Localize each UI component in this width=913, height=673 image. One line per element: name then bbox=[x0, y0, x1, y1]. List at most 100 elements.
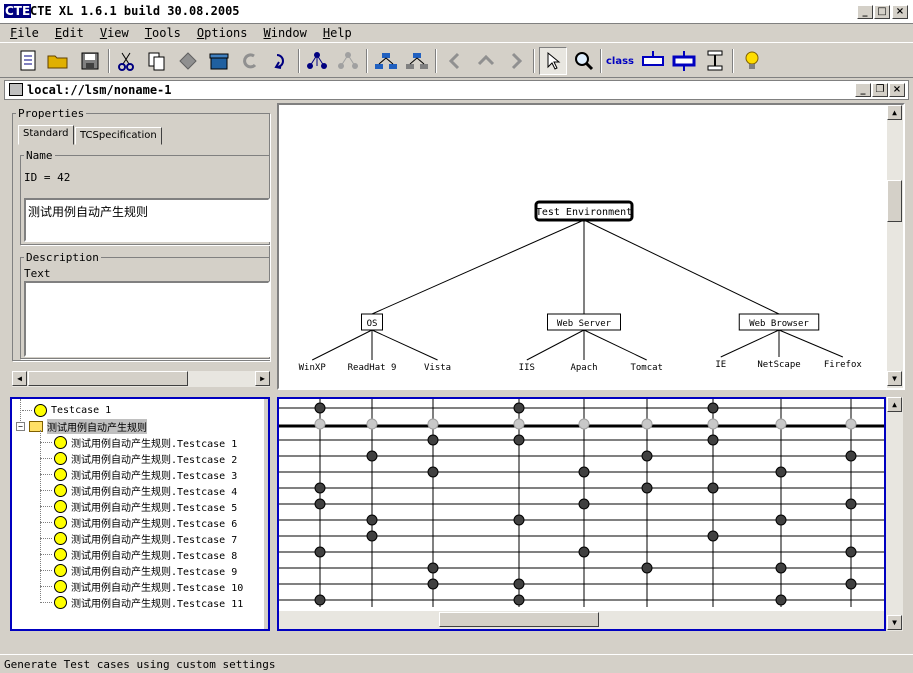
matrix-mark[interactable] bbox=[314, 594, 326, 606]
matrix-vscrollbar[interactable]: ▲ ▼ bbox=[886, 397, 903, 631]
scroll-down-button[interactable]: ▼ bbox=[887, 371, 902, 386]
matrix-mark[interactable] bbox=[366, 450, 378, 462]
scroll-left-button[interactable]: ◀ bbox=[12, 371, 27, 386]
matrix-mark[interactable] bbox=[366, 530, 378, 542]
tree-scroll-thumb[interactable] bbox=[887, 180, 902, 222]
menu-help[interactable]: Help bbox=[313, 24, 358, 40]
tree-vscrollbar[interactable]: ▲ ▼ bbox=[887, 105, 903, 388]
matrix-mark[interactable] bbox=[314, 418, 326, 430]
matrix-mark[interactable] bbox=[314, 546, 326, 558]
class-label[interactable]: IE bbox=[715, 360, 726, 370]
class-label[interactable]: WinXP bbox=[299, 363, 327, 373]
matrix-mark[interactable] bbox=[314, 482, 326, 494]
matrix-mark[interactable] bbox=[513, 434, 525, 446]
matrix-scroll-up-button[interactable]: ▲ bbox=[887, 397, 902, 412]
doc-restore-button[interactable]: ❐ bbox=[872, 83, 888, 97]
scroll-up-button[interactable]: ▲ bbox=[887, 105, 902, 120]
testcase-row[interactable]: 测试用例自动产生规则.Testcase 6 bbox=[40, 514, 237, 530]
testcase-row[interactable]: 测试用例自动产生规则.Testcase 9 bbox=[40, 562, 237, 578]
maximize-button[interactable]: □ bbox=[874, 5, 890, 19]
matrix-mark[interactable] bbox=[707, 402, 719, 414]
collapse-tree-icon[interactable] bbox=[403, 47, 431, 75]
delete-icon[interactable] bbox=[205, 47, 233, 75]
testcase-row[interactable]: 测试用例自动产生规则.Testcase 5 bbox=[40, 498, 237, 514]
matrix-mark[interactable] bbox=[845, 450, 857, 462]
expand-tree-icon[interactable] bbox=[372, 47, 400, 75]
matrix-mark[interactable] bbox=[707, 530, 719, 542]
close-button[interactable]: × bbox=[892, 5, 908, 19]
testcase-row[interactable]: 测试用例自动产生规则.Testcase 3 bbox=[40, 466, 237, 482]
minimize-button[interactable]: _ bbox=[857, 5, 873, 19]
matrix-mark[interactable] bbox=[775, 562, 787, 574]
composition-icon[interactable] bbox=[670, 47, 698, 75]
matrix-mark[interactable] bbox=[578, 546, 590, 558]
class-label[interactable]: ReadHat 9 bbox=[348, 363, 397, 373]
arrow-up-icon[interactable] bbox=[472, 47, 500, 75]
matrix-mark[interactable] bbox=[366, 418, 378, 430]
matrix-mark[interactable] bbox=[707, 418, 719, 430]
matrix-mark[interactable] bbox=[513, 594, 525, 606]
testcase-row[interactable]: 测试用例自动产生规则.Testcase 7 bbox=[40, 530, 237, 546]
tree-canvas[interactable]: Test Environment OS WinXP ReadHat 9 Vista Web… bbox=[277, 103, 905, 390]
class-label[interactable]: NetScape bbox=[757, 360, 800, 370]
matrix-mark[interactable] bbox=[775, 466, 787, 478]
matrix-mark[interactable] bbox=[641, 562, 653, 574]
matrix-mark[interactable] bbox=[427, 578, 439, 590]
paste-icon[interactable] bbox=[174, 47, 202, 75]
classification-icon[interactable] bbox=[639, 47, 667, 75]
matrix-scroll-thumb[interactable] bbox=[439, 612, 599, 627]
description-textarea[interactable] bbox=[24, 281, 270, 357]
menu-tools[interactable]: Tools bbox=[135, 24, 187, 40]
testcase-row[interactable]: 测试用例自动产生规则.Testcase 4 bbox=[40, 482, 237, 498]
hint-bulb-icon[interactable] bbox=[738, 47, 766, 75]
matrix-mark[interactable] bbox=[366, 514, 378, 526]
horizontal-splitter[interactable] bbox=[4, 390, 909, 396]
save-icon[interactable] bbox=[76, 47, 104, 75]
arrow-left-icon[interactable] bbox=[441, 47, 469, 75]
scroll-thumb[interactable] bbox=[28, 371, 188, 386]
zoom-icon[interactable] bbox=[570, 47, 598, 75]
cut-icon[interactable] bbox=[112, 47, 140, 75]
matrix-mark[interactable] bbox=[641, 482, 653, 494]
class-label[interactable]: Tomcat bbox=[630, 363, 663, 373]
name-input[interactable]: 测试用例自动产生规则 bbox=[24, 198, 270, 242]
menu-edit[interactable]: Edit bbox=[45, 24, 90, 40]
select-pointer-icon[interactable] bbox=[539, 47, 567, 75]
testcase-icon[interactable] bbox=[701, 47, 729, 75]
class-icon[interactable]: class bbox=[606, 47, 634, 75]
testcase-row[interactable]: 测试用例自动产生规则.Testcase 11 bbox=[40, 594, 243, 610]
testcase-top-row[interactable]: Testcase 1 bbox=[22, 402, 111, 418]
matrix-scroll-down-button[interactable]: ▼ bbox=[887, 615, 902, 630]
scroll-right-button[interactable]: ▶ bbox=[255, 371, 270, 386]
matrix-mark[interactable] bbox=[513, 578, 525, 590]
testcase-row[interactable]: 测试用例自动产生规则.Testcase 2 bbox=[40, 450, 237, 466]
testgroup-row[interactable]: − 测试用例自动产生规则 bbox=[16, 418, 147, 434]
matrix-mark[interactable] bbox=[845, 578, 857, 590]
matrix-mark[interactable] bbox=[707, 482, 719, 494]
matrix-mark[interactable] bbox=[427, 466, 439, 478]
matrix-mark[interactable] bbox=[845, 418, 857, 430]
collapse-icon[interactable]: − bbox=[16, 421, 25, 431]
tree-layout-disabled-icon[interactable] bbox=[334, 47, 362, 75]
class-label[interactable]: IIS bbox=[519, 363, 535, 373]
matrix-mark[interactable] bbox=[845, 546, 857, 558]
properties-hscrollbar[interactable]: ◀ ▶ bbox=[12, 371, 270, 387]
tab-tcspecification[interactable]: TCSpecification bbox=[75, 127, 162, 145]
matrix-mark[interactable] bbox=[427, 562, 439, 574]
matrix-mark[interactable] bbox=[775, 594, 787, 606]
matrix-mark[interactable] bbox=[314, 402, 326, 414]
matrix-mark[interactable] bbox=[775, 418, 787, 430]
redo-icon[interactable] bbox=[267, 47, 295, 75]
matrix-mark[interactable] bbox=[578, 466, 590, 478]
open-folder-icon[interactable] bbox=[44, 47, 72, 75]
matrix-hscrollbar[interactable] bbox=[279, 611, 884, 629]
matrix-mark[interactable] bbox=[513, 402, 525, 414]
menu-window[interactable]: Window bbox=[254, 24, 313, 40]
doc-minimize-button[interactable]: _ bbox=[855, 83, 871, 97]
testcase-row[interactable]: 测试用例自动产生规则.Testcase 10 bbox=[40, 578, 243, 594]
matrix-mark[interactable] bbox=[314, 498, 326, 510]
menu-file[interactable]: File bbox=[0, 24, 45, 40]
undo-icon[interactable] bbox=[236, 47, 264, 75]
matrix-mark[interactable] bbox=[641, 418, 653, 430]
matrix-mark[interactable] bbox=[578, 418, 590, 430]
